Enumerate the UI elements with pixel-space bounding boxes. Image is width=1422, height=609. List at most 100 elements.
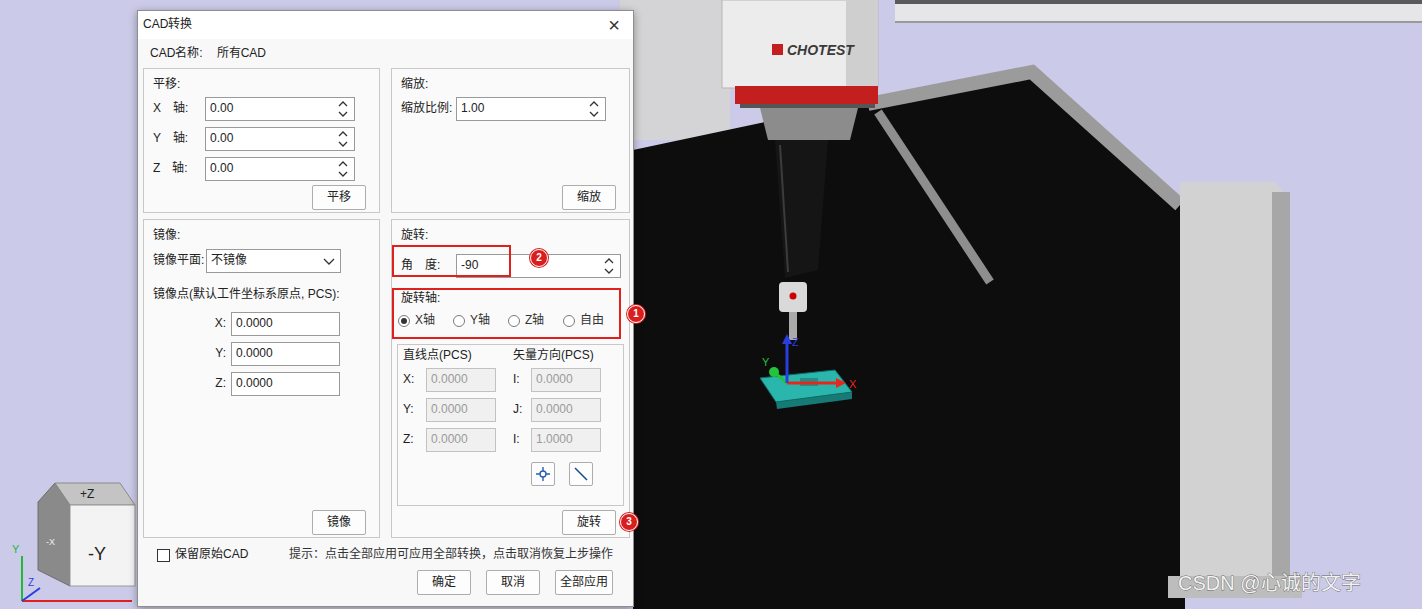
dialog-button[interactable]: 全部应用 [555,570,613,595]
mirror-point-input[interactable]: 0.0000 [231,312,340,336]
pick-point-button[interactable] [531,462,555,486]
line-vector-panel: 直线点(PCS)矢量方向(PCS)X:0.0000I:0.0000Y:0.000… [397,344,624,506]
x-axis-label: X [849,378,857,390]
corner-z-label: Z [28,577,34,588]
mirror-point-input[interactable]: 0.0000 [231,342,340,366]
panel-title: 旋转: [401,227,620,243]
dialog-button[interactable]: 确定 [417,570,471,595]
y-axis-label: Y [762,356,770,368]
dropdown-chevron-stroke [324,259,334,264]
pillar-side [1272,192,1290,588]
mirror-point-row: X:0.0000 [153,312,370,336]
cube-top-face[interactable] [55,483,135,505]
shaft-highlight [780,145,788,272]
field-label: J: [513,402,531,418]
button-row: 平移 [153,185,370,210]
scale-button[interactable]: 缩放 [562,185,616,210]
x-axis [787,382,836,385]
z-axis [786,342,789,383]
vector-input: 1.0000 [531,428,601,452]
field-label: 缩放比例: [401,101,456,117]
mirror-point-input-value[interactable]: 0.0000 [236,376,339,392]
mirror-button[interactable]: 镜像 [312,510,366,535]
line-point-input: 0.0000 [426,428,496,452]
spin-arrows-stroke [339,112,347,116]
panel-title: 镜像: [153,227,370,243]
gantry-beam-edge [895,0,1422,4]
pick-buttons [398,462,623,486]
vector-input-value: 0.0000 [536,372,600,388]
mirror-point-input-value[interactable]: 0.0000 [236,316,339,332]
options-row: 保留原始CAD 提示：点击全部应用可应用全部转换，点击取消恢复上步操作 [138,547,633,563]
cube-front-face[interactable] [70,505,135,586]
translate-input[interactable]: 0.00 [205,97,355,121]
vector-input: 0.0000 [531,398,601,422]
z-arrow-icon [782,334,792,344]
mirror-point-input[interactable]: 0.0000 [231,372,340,396]
mirror-point-label: 镜像点(默认工件坐标系原点, PCS): [153,286,370,302]
dialog-button[interactable]: 取消 [486,570,540,595]
radio-circle[interactable] [453,315,465,327]
translate-row: Z 轴: 0.00 [153,157,370,181]
mirror-plane-value[interactable]: 不镜像 [211,253,322,269]
probe-led [790,293,797,300]
field-label: Z 轴: [153,161,205,177]
gantry-beam-line [895,21,1422,23]
radio-circle[interactable] [398,315,410,327]
y-axis-tip [769,367,779,377]
probe-shaft [775,140,828,278]
coordinate-row: X:0.0000I:0.0000 [398,368,623,392]
axis-radio[interactable]: X轴 [398,313,453,329]
table-rail [878,112,990,282]
pick-line-button[interactable] [569,462,593,486]
vector-cell: J:0.0000 [513,398,623,422]
axis-radio[interactable]: Z轴 [508,313,563,329]
pick-point-stroke [536,467,550,481]
spin-arrows-icon [602,255,616,277]
scale-input-value[interactable]: 1.00 [461,101,587,117]
axis-radio[interactable]: Y轴 [453,313,508,329]
x-arrow-icon [836,378,846,388]
annotation-badge: 2 [530,249,548,267]
rotate-button[interactable]: 旋转 [562,510,616,535]
translate-input[interactable]: 0.00 [205,157,355,181]
band-shadow [740,104,875,108]
button-row: 镜像 [153,510,370,535]
sub-header: 直线点(PCS)矢量方向(PCS) [398,347,623,363]
radio-label[interactable]: 自由 [580,313,604,329]
radio-circle[interactable] [563,315,575,327]
cube-top-label: +Z [80,487,94,501]
radio-circle[interactable] [508,315,520,327]
translate-row: X 轴:0.00 [153,97,370,121]
cad-transform-dialog: CAD转换×CAD名称:所有CAD平移:X 轴:0.00Y 轴:0.00Z 轴:… [137,10,634,607]
translate-input-value[interactable]: 0.00 [210,101,336,117]
translate-input-value[interactable]: 0.00 [210,161,336,177]
translate-button[interactable]: 平移 [312,185,366,210]
hint-text: 提示：点击全部应用可应用全部转换，点击取消恢复上步操作 [289,547,613,563]
cube-left-label: -X [46,537,55,547]
radio-label[interactable]: Z轴 [525,313,544,329]
watermark: CSDN @心诚的文字 [1178,572,1361,594]
scale-input[interactable]: 1.00 [456,97,606,121]
mirror-point-input-value[interactable]: 0.0000 [236,346,339,362]
keep-original-checkbox[interactable] [157,549,170,562]
close-button[interactable]: × [603,15,625,35]
vector-input: 0.0000 [531,368,601,392]
corner-y-axis [21,556,23,601]
radio-label[interactable]: X轴 [415,313,435,329]
line-direction-stroke [575,468,587,480]
translate-input[interactable]: 0.00 [205,127,355,151]
scene-background [0,0,1422,609]
dialog-buttons: 确定取消全部应用 [138,570,633,595]
probe-head-housing [722,0,878,88]
translate-input-value[interactable]: 0.00 [210,131,336,147]
radio-label[interactable]: Y轴 [470,313,490,329]
axis-radio[interactable]: 自由 [563,313,618,329]
line-point-cell: Z:0.0000 [403,428,513,452]
red-band [735,86,878,104]
mirror-plane-select[interactable]: 不镜像 [206,249,341,273]
title-bar: CAD转换× [138,11,633,39]
vector-cell: I:0.0000 [513,368,623,392]
keep-original-label[interactable]: 保留原始CAD [175,547,248,563]
button-row: 旋转 [401,510,620,535]
